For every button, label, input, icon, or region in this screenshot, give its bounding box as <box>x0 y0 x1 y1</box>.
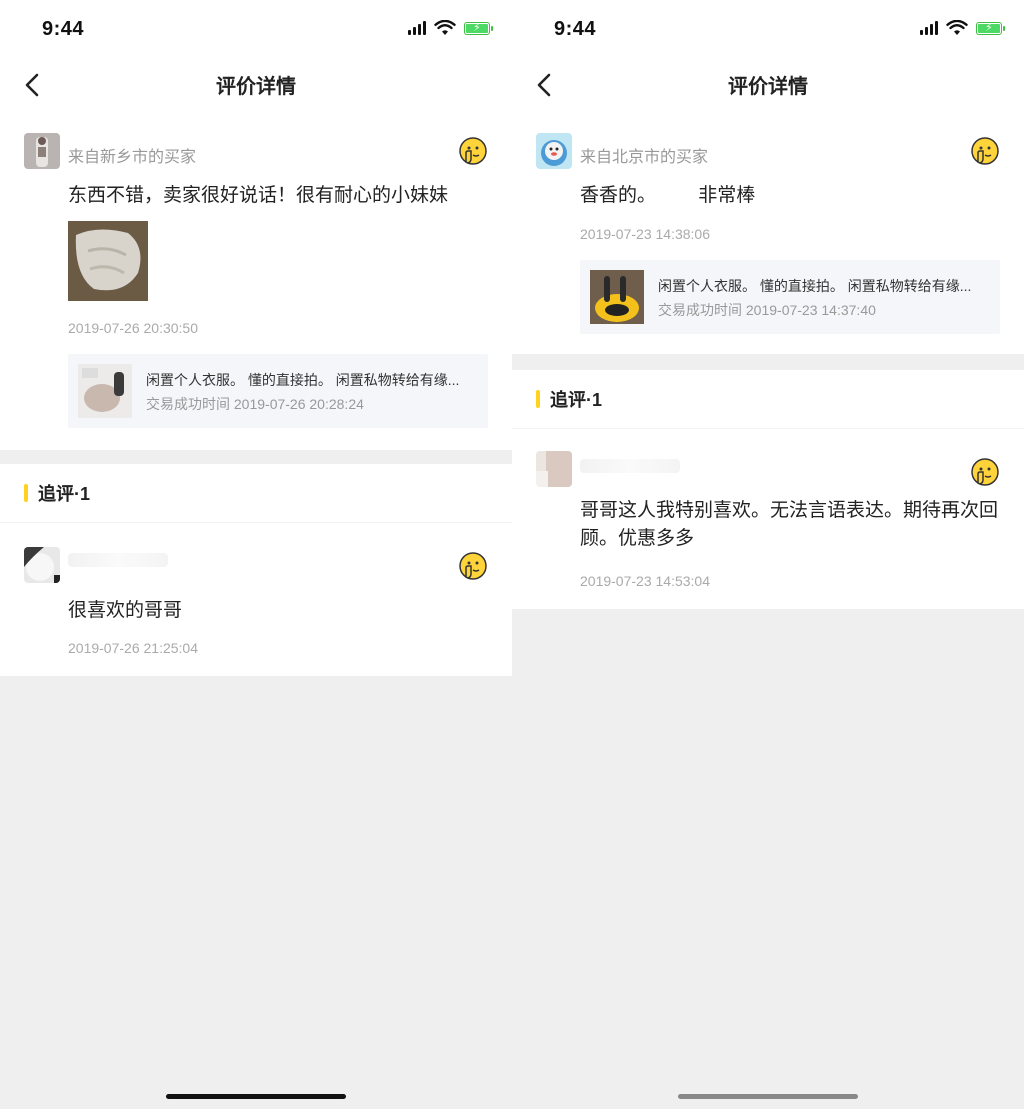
followup-date: 2019-07-23 14:53:04 <box>580 573 710 589</box>
trade-time: 交易成功时间 2019-07-23 14:37:40 <box>658 302 876 318</box>
product-card[interactable]: 闲置个人衣服。 懂的直接拍。 闲置私物转给有缘... 交易成功时间 2019-0… <box>68 354 488 428</box>
section-accent-bar <box>536 390 540 408</box>
blurred-username <box>68 553 168 567</box>
screen-right: 9:44 ⚡ 评价详情 来自北京市的买家 香香的。 非常棒 2019-07-23… <box>512 0 1024 1109</box>
blurred-username <box>580 459 680 473</box>
review-text: 香香的。 非常棒 <box>580 185 756 206</box>
shushing-face-emoji-icon[interactable] <box>458 551 488 581</box>
review-card: 来自北京市的买家 香香的。 非常棒 2019-07-23 14:38:06 闲置… <box>512 110 1024 354</box>
wifi-icon <box>946 20 968 35</box>
avatar[interactable] <box>24 547 60 583</box>
followup-text: 很喜欢的哥哥 <box>68 600 183 621</box>
followup-card: 哥哥这人我特别喜欢。无法言语表达。期待再次回顾。优惠多多 2019-07-23 … <box>512 429 1024 609</box>
reviewer-location: 来自新乡市的买家 <box>68 149 197 166</box>
section-accent-bar <box>24 484 28 502</box>
review-date: 2019-07-23 14:38:06 <box>580 226 710 242</box>
review-card: 来自新乡市的买家 东西不错，卖家很好说话！很有耐心的小妹妹 2019-07-26… <box>0 110 512 450</box>
shushing-face-emoji-icon[interactable] <box>970 457 1000 487</box>
product-thumbnail <box>590 270 644 324</box>
status-time: 9:44 <box>42 18 85 40</box>
wifi-icon <box>434 20 456 35</box>
review-date: 2019-07-26 20:30:50 <box>68 320 198 336</box>
product-title: 闲置个人衣服。 懂的直接拍。 闲置私物转给有缘... <box>146 372 460 388</box>
section-title: 追评·1 <box>38 484 91 504</box>
cellular-signal-icon <box>408 21 426 35</box>
followup-section-header: 追评·1 <box>0 464 512 523</box>
avatar[interactable] <box>536 133 572 169</box>
screen-left: 9:44 ⚡ 评价详情 来自新乡市的买家 东西不错，卖家很好说话！很有耐心的小妹… <box>0 0 512 1109</box>
status-bar: 9:44 ⚡ <box>0 0 512 60</box>
nav-bar: 评价详情 <box>0 60 512 110</box>
battery-charging-icon: ⚡ <box>976 21 1005 35</box>
cellular-signal-icon <box>920 21 938 35</box>
reviewer-location: 来自北京市的买家 <box>580 149 709 166</box>
page-title: 评价详情 <box>728 76 808 98</box>
review-photo[interactable] <box>68 221 148 301</box>
page-title: 评价详情 <box>216 76 296 98</box>
status-icons: ⚡ <box>920 20 1005 36</box>
followup-date: 2019-07-26 21:25:04 <box>68 640 198 656</box>
avatar[interactable] <box>536 451 572 487</box>
home-indicator[interactable] <box>678 1094 858 1099</box>
battery-charging-icon: ⚡ <box>464 21 493 35</box>
nav-bar: 评价详情 <box>512 60 1024 110</box>
avatar[interactable] <box>24 133 60 169</box>
review-text: 东西不错，卖家很好说话！很有耐心的小妹妹 <box>68 185 449 206</box>
trade-time: 交易成功时间 2019-07-26 20:28:24 <box>146 396 364 412</box>
status-time: 9:44 <box>554 18 597 40</box>
home-indicator[interactable] <box>166 1094 346 1099</box>
followup-text: 哥哥这人我特别喜欢。无法言语表达。期待再次回顾。优惠多多 <box>580 500 999 549</box>
followup-section-header: 追评·1 <box>512 370 1024 429</box>
product-card[interactable]: 闲置个人衣服。 懂的直接拍。 闲置私物转给有缘... 交易成功时间 2019-0… <box>580 260 1000 334</box>
status-bar: 9:44 ⚡ <box>512 0 1024 60</box>
followup-card: 很喜欢的哥哥 2019-07-26 21:25:04 <box>0 523 512 676</box>
section-title: 追评·1 <box>550 390 603 410</box>
shushing-face-emoji-icon[interactable] <box>970 136 1000 166</box>
product-thumbnail <box>78 364 132 418</box>
product-title: 闲置个人衣服。 懂的直接拍。 闲置私物转给有缘... <box>658 278 972 294</box>
shushing-face-emoji-icon[interactable] <box>458 136 488 166</box>
status-icons: ⚡ <box>408 20 493 36</box>
